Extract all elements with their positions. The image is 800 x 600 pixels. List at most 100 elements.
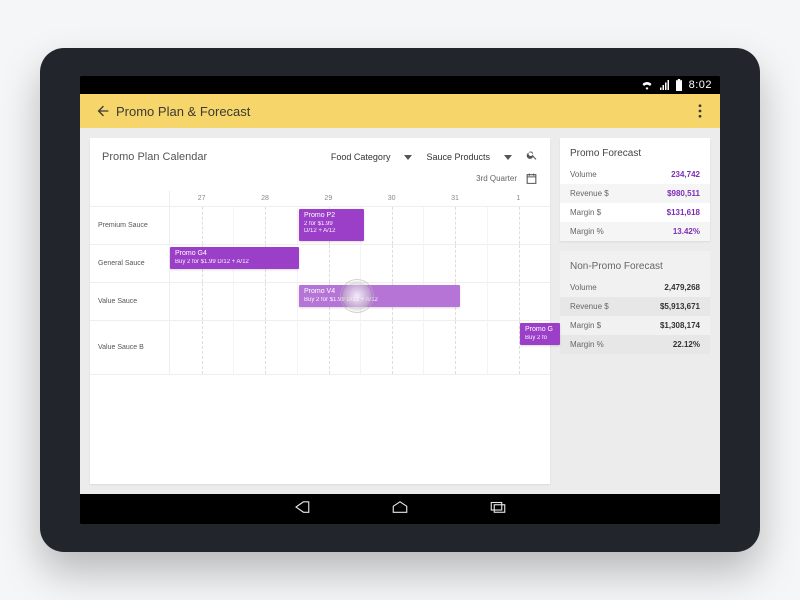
- col-header: 31: [423, 191, 486, 207]
- grid-cell[interactable]: [360, 321, 423, 375]
- calendar-subheader: 3rd Quarter: [90, 172, 550, 191]
- kv-key: Margin $: [570, 321, 601, 330]
- promo-bar-name: Promo G4: [175, 250, 294, 259]
- row-label: Premium Sauce: [90, 207, 170, 245]
- nonpromo-forecast-title: Non-Promo Forecast: [560, 251, 710, 278]
- promo-bar-detail: Buy 2 fo: [525, 335, 555, 343]
- kv-value: $131,618: [667, 208, 700, 217]
- kv-value: 13.42%: [673, 227, 700, 236]
- calendar-card: Promo Plan Calendar Food Category Sauce …: [90, 138, 550, 484]
- grid-cell[interactable]: [487, 207, 550, 245]
- android-status-bar: 8:02: [80, 76, 720, 94]
- nav-home-button[interactable]: [391, 500, 409, 519]
- search-button[interactable]: [526, 148, 538, 166]
- grid-cell[interactable]: [423, 207, 486, 245]
- grid-cell[interactable]: [170, 283, 233, 321]
- nav-recent-button[interactable]: [489, 500, 507, 519]
- promo-forecast-title: Promo Forecast: [560, 138, 710, 165]
- kv-row: Margin % 22.12%: [560, 335, 710, 354]
- row-label: Value Sauce: [90, 283, 170, 321]
- category-dropdown-label: Food Category: [331, 152, 391, 162]
- promo-bar-p2[interactable]: Promo P2 2 for $1.99 D/12 + A/12: [299, 209, 364, 241]
- kv-key: Margin $: [570, 208, 601, 217]
- nav-back-button[interactable]: [293, 500, 311, 519]
- grid-cell[interactable]: [360, 245, 423, 283]
- kv-key: Volume: [570, 170, 597, 179]
- content-area: Promo Plan Calendar Food Category Sauce …: [80, 128, 720, 494]
- kv-row: Margin $ $131,618: [560, 203, 710, 222]
- screen: 8:02 Promo Plan & Forecast Promo Plan Ca…: [80, 76, 720, 524]
- grid-cell[interactable]: [487, 245, 550, 283]
- wifi-icon: [641, 80, 653, 90]
- grid-cell[interactable]: [423, 245, 486, 283]
- promo-bar-g4[interactable]: Promo G4 Buy 2 for $1.99 D/12 + A/12: [170, 247, 299, 269]
- grid-cell[interactable]: [170, 207, 233, 245]
- kv-key: Volume: [570, 283, 597, 292]
- promo-forecast-card: Promo Forecast Volume 234,742 Revenue $ $9…: [560, 138, 710, 241]
- col-header: 29: [297, 191, 360, 207]
- col-header: 27: [170, 191, 233, 207]
- grid-cell[interactable]: [423, 321, 486, 375]
- col-header: 28: [233, 191, 296, 207]
- back-button[interactable]: [90, 103, 116, 119]
- kv-row: Volume 2,479,268: [560, 278, 710, 297]
- promo-bar-name: Promo G: [525, 326, 555, 335]
- category-dropdown[interactable]: Food Category: [331, 152, 413, 162]
- grid-cell[interactable]: [360, 207, 423, 245]
- promo-bar-v4[interactable]: Promo V4 Buy 2 for $1.99 D/12 + A/12: [299, 285, 460, 307]
- calendar-header: Promo Plan Calendar Food Category Sauce …: [90, 138, 550, 172]
- android-nav-bar: [80, 494, 720, 524]
- page-title: Promo Plan & Forecast: [116, 104, 250, 119]
- product-dropdown-label: Sauce Products: [426, 152, 490, 162]
- kv-key: Margin %: [570, 340, 604, 349]
- kv-value: 2,479,268: [664, 283, 700, 292]
- grid-cell[interactable]: [233, 283, 296, 321]
- cell-signal-icon: [659, 80, 669, 90]
- row-label: Value Sauce B: [90, 321, 170, 375]
- period-label: 3rd Quarter: [476, 174, 517, 183]
- chevron-down-icon: [404, 155, 412, 160]
- date-picker-button[interactable]: [525, 172, 538, 185]
- product-dropdown[interactable]: Sauce Products: [426, 152, 512, 162]
- grid-cell[interactable]: [297, 245, 360, 283]
- promo-bar-detail: D/12 + A/12: [304, 228, 359, 236]
- app-bar: Promo Plan & Forecast: [80, 94, 720, 128]
- kv-value: 234,742: [671, 170, 700, 179]
- kv-row: Revenue $ $980,511: [560, 184, 710, 203]
- promo-bar-g5[interactable]: Promo G Buy 2 fo: [520, 323, 560, 345]
- kv-value: $1,308,174: [660, 321, 700, 330]
- chevron-down-icon: [504, 155, 512, 160]
- kv-value: 22.12%: [673, 340, 700, 349]
- kv-row: Volume 234,742: [560, 165, 710, 184]
- kv-row: Revenue $ $5,913,671: [560, 297, 710, 316]
- col-header: 30: [360, 191, 423, 207]
- stage: 8:02 Promo Plan & Forecast Promo Plan Ca…: [0, 0, 800, 600]
- nonpromo-forecast-card: Non-Promo Forecast Volume 2,479,268 Reven…: [560, 251, 710, 354]
- kv-key: Revenue $: [570, 189, 609, 198]
- promo-bar-detail: 2 for $1.99: [304, 221, 359, 229]
- overflow-menu-button[interactable]: [690, 104, 710, 118]
- grid-cell[interactable]: [233, 207, 296, 245]
- battery-icon: [675, 79, 683, 91]
- tablet-frame: 8:02 Promo Plan & Forecast Promo Plan Ca…: [40, 48, 760, 552]
- promo-bar-detail: Buy 2 for $1.99 D/12 + A/12: [304, 297, 455, 305]
- promo-bar-name: Promo V4: [304, 288, 455, 297]
- kv-key: Revenue $: [570, 302, 609, 311]
- kv-row: Margin $ $1,308,174: [560, 316, 710, 335]
- forecast-sidebar: Promo Forecast Volume 234,742 Revenue $ $9…: [560, 138, 710, 484]
- row-header-blank: [90, 191, 170, 207]
- calendar-grid-wrap: 27 28 29 30 31 1 Premium Sauce General S…: [90, 191, 550, 375]
- promo-bar-name: Promo P2: [304, 212, 359, 221]
- status-clock: 8:02: [689, 79, 712, 91]
- grid-cell[interactable]: [297, 321, 360, 375]
- calendar-title: Promo Plan Calendar: [102, 151, 317, 163]
- kv-row: Margin % 13.42%: [560, 222, 710, 241]
- grid-cell[interactable]: [487, 283, 550, 321]
- col-header: 1: [487, 191, 550, 207]
- promo-bar-detail: Buy 2 for $1.99 D/12 + A/12: [175, 259, 294, 267]
- kv-key: Margin %: [570, 227, 604, 236]
- grid-cell[interactable]: [233, 321, 296, 375]
- grid-cell[interactable]: [170, 321, 233, 375]
- kv-value: $980,511: [667, 189, 700, 198]
- kv-value: $5,913,671: [660, 302, 700, 311]
